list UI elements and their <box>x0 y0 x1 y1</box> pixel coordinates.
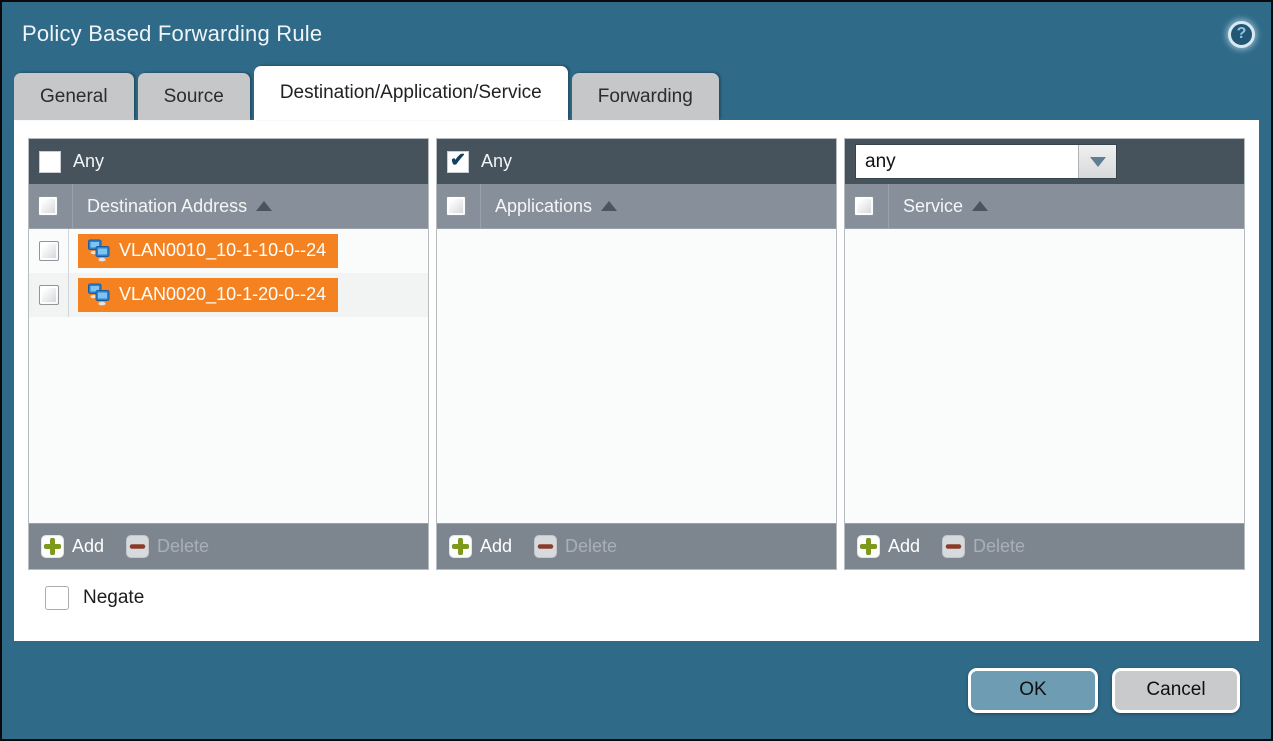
applications-panel-header: Any <box>437 139 836 184</box>
service-panel-header: any <box>845 139 1244 184</box>
row-checkbox-cell[interactable] <box>29 229 69 273</box>
tab-destination-application-service[interactable]: Destination/Application/Service <box>254 66 568 120</box>
tab-bar: General Source Destination/Application/S… <box>2 66 1271 120</box>
row-checkbox[interactable] <box>39 285 59 305</box>
applications-any-checkbox[interactable] <box>447 151 469 173</box>
service-delete-button[interactable]: Delete <box>942 535 1025 558</box>
negate-checkbox[interactable] <box>45 586 69 610</box>
service-select-all-checkbox[interactable] <box>854 196 874 216</box>
table-row[interactable]: VLAN0010_10-1-10-0--24 <box>29 229 428 273</box>
address-object-name: VLAN0010_10-1-10-0--24 <box>119 240 326 261</box>
sort-ascending-icon <box>256 201 272 211</box>
row-checkbox[interactable] <box>39 241 59 261</box>
service-add-button[interactable]: Add <box>857 535 920 558</box>
row-content: VLAN0010_10-1-10-0--24 <box>69 234 338 269</box>
service-dropdown[interactable]: any <box>855 144 1117 179</box>
add-plus-icon <box>449 535 472 558</box>
applications-select-all-checkbox[interactable] <box>446 196 466 216</box>
applications-add-button[interactable]: Add <box>449 535 512 558</box>
service-column-label: Service <box>903 196 963 217</box>
delete-minus-icon <box>126 535 149 558</box>
service-dropdown-value[interactable]: any <box>856 145 1078 178</box>
dialog-titlebar: Policy Based Forwarding Rule ? <box>2 2 1271 66</box>
destination-address-list: VLAN0010_10-1-10-0--24 VLAN0020_10-1-20-… <box>29 229 428 523</box>
destination-select-all-checkbox[interactable] <box>38 196 58 216</box>
service-panel: any Service <box>844 138 1245 570</box>
service-panel-footer: Add Delete <box>845 523 1244 569</box>
panels-row: Any Destination Address <box>28 138 1245 570</box>
chevron-down-icon <box>1090 157 1106 167</box>
negate-row: Negate <box>28 586 1245 610</box>
tab-forwarding[interactable]: Forwarding <box>572 73 719 120</box>
destination-panel-footer: Add Delete <box>29 523 428 569</box>
destination-add-button[interactable]: Add <box>41 535 104 558</box>
destination-column-header[interactable]: Destination Address <box>29 184 428 229</box>
applications-list <box>437 229 836 523</box>
column-separator <box>888 184 889 228</box>
policy-based-forwarding-dialog: Policy Based Forwarding Rule ? General S… <box>0 0 1273 741</box>
dialog-title: Policy Based Forwarding Rule <box>22 21 322 47</box>
applications-column-label: Applications <box>495 196 592 217</box>
tab-content: Any Destination Address <box>14 120 1259 641</box>
address-object-pill: VLAN0010_10-1-10-0--24 <box>78 234 338 268</box>
table-row[interactable]: VLAN0020_10-1-20-0--24 <box>29 273 428 317</box>
destination-any-label: Any <box>73 151 104 172</box>
service-column-header[interactable]: Service <box>845 184 1244 229</box>
destination-delete-button[interactable]: Delete <box>126 535 209 558</box>
applications-delete-button[interactable]: Delete <box>534 535 617 558</box>
tab-source[interactable]: Source <box>138 73 250 120</box>
add-plus-icon <box>857 535 880 558</box>
destination-any-checkbox[interactable] <box>39 151 61 173</box>
applications-panel: Any Applications Add <box>436 138 837 570</box>
applications-column-header[interactable]: Applications <box>437 184 836 229</box>
column-separator <box>480 184 481 228</box>
service-list <box>845 229 1244 523</box>
tab-general[interactable]: General <box>14 73 134 120</box>
help-icon[interactable]: ? <box>1228 21 1255 48</box>
applications-any-label: Any <box>481 151 512 172</box>
delete-minus-icon <box>942 535 965 558</box>
destination-panel-header: Any <box>29 139 428 184</box>
address-object-pill: VLAN0020_10-1-20-0--24 <box>78 278 338 312</box>
negate-label: Negate <box>83 587 144 609</box>
address-object-name: VLAN0020_10-1-20-0--24 <box>119 284 326 305</box>
cancel-button[interactable]: Cancel <box>1112 668 1240 713</box>
destination-address-panel: Any Destination Address <box>28 138 429 570</box>
delete-minus-icon <box>534 535 557 558</box>
network-computers-icon <box>86 238 111 263</box>
dialog-footer: OK Cancel <box>2 641 1271 739</box>
sort-ascending-icon <box>972 201 988 211</box>
row-content: VLAN0020_10-1-20-0--24 <box>69 278 338 313</box>
sort-ascending-icon <box>601 201 617 211</box>
destination-column-label: Destination Address <box>87 196 247 217</box>
ok-button[interactable]: OK <box>968 668 1098 713</box>
add-plus-icon <box>41 535 64 558</box>
applications-panel-footer: Add Delete <box>437 523 836 569</box>
row-checkbox-cell[interactable] <box>29 273 69 317</box>
column-separator <box>72 184 73 228</box>
service-dropdown-button[interactable] <box>1078 145 1116 178</box>
network-computers-icon <box>86 282 111 307</box>
